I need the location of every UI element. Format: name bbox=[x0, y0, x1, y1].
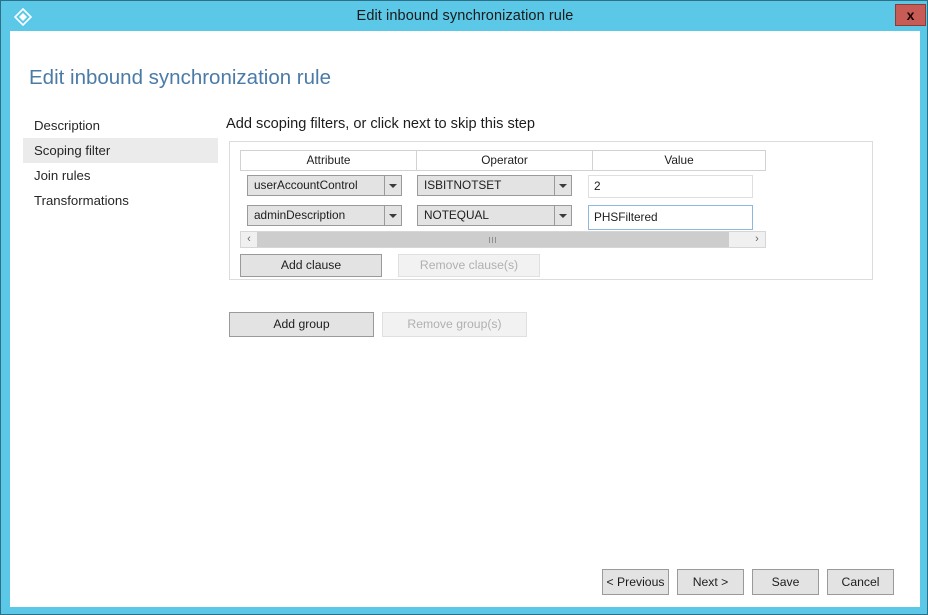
scrollbar-track[interactable] bbox=[257, 232, 749, 247]
attribute-dropdown-value-row-1: userAccountControl bbox=[254, 178, 358, 192]
chevron-down-icon[interactable] bbox=[554, 176, 571, 195]
chevron-down-icon[interactable] bbox=[554, 206, 571, 225]
attribute-dropdown-row-2[interactable]: adminDescription bbox=[247, 205, 402, 226]
table-row: adminDescription NOTEQUAL PHSFiltered bbox=[240, 201, 766, 231]
chevron-down-icon[interactable] bbox=[384, 176, 401, 195]
attribute-dropdown-row-1[interactable]: userAccountControl bbox=[247, 175, 402, 196]
remove-group-button: Remove group(s) bbox=[382, 312, 527, 337]
window-title: Edit inbound synchronization rule bbox=[356, 8, 574, 24]
scroll-right-arrow-icon[interactable]: › bbox=[749, 232, 765, 247]
dialog-client-area: Edit inbound synchronization rule Descri… bbox=[10, 31, 920, 607]
sidebar-item-scoping-filter[interactable]: Scoping filter bbox=[23, 138, 218, 163]
title-bar: Edit inbound synchronization rule x bbox=[2, 2, 927, 30]
table-row: userAccountControl ISBITNOTSET 2 bbox=[240, 171, 766, 201]
table-header-row: Attribute Operator Value bbox=[240, 150, 766, 171]
scrollbar-thumb[interactable] bbox=[257, 232, 729, 247]
operator-dropdown-value-row-2: NOTEQUAL bbox=[424, 208, 489, 222]
page-title: Edit inbound synchronization rule bbox=[29, 66, 331, 89]
remove-clause-button: Remove clause(s) bbox=[398, 254, 540, 277]
close-icon[interactable]: x bbox=[895, 4, 926, 26]
horizontal-scrollbar[interactable]: ‹ › bbox=[240, 231, 766, 248]
operator-dropdown-row-2[interactable]: NOTEQUAL bbox=[417, 205, 572, 226]
value-input-row-2[interactable]: PHSFiltered bbox=[588, 205, 753, 230]
sidebar-item-join-rules[interactable]: Join rules bbox=[23, 163, 218, 188]
next-button[interactable]: Next > bbox=[677, 569, 744, 595]
value-input-row-1[interactable]: 2 bbox=[588, 175, 753, 198]
wizard-footer: < Previous Next > Save Cancel bbox=[602, 569, 902, 595]
sidebar-item-description[interactable]: Description bbox=[23, 113, 218, 138]
dialog-window: Edit inbound synchronization rule x Edit… bbox=[0, 0, 928, 615]
sidebar-item-transformations[interactable]: Transformations bbox=[23, 188, 218, 213]
add-group-button[interactable]: Add group bbox=[229, 312, 374, 337]
wizard-step-nav: Description Scoping filter Join rules Tr… bbox=[23, 113, 218, 213]
clause-table: Attribute Operator Value userAccountCont… bbox=[240, 150, 766, 231]
section-instruction: Add scoping filters, or click next to sk… bbox=[226, 116, 536, 132]
attribute-dropdown-value-row-2: adminDescription bbox=[254, 208, 346, 222]
operator-dropdown-value-row-1: ISBITNOTSET bbox=[424, 178, 502, 192]
scoping-filter-group-panel: Attribute Operator Value userAccountCont… bbox=[229, 141, 873, 280]
add-clause-button[interactable]: Add clause bbox=[240, 254, 382, 277]
save-button[interactable]: Save bbox=[752, 569, 819, 595]
operator-dropdown-row-1[interactable]: ISBITNOTSET bbox=[417, 175, 572, 196]
chevron-down-icon[interactable] bbox=[384, 206, 401, 225]
previous-button[interactable]: < Previous bbox=[602, 569, 669, 595]
column-header-value: Value bbox=[592, 150, 766, 171]
column-header-operator: Operator bbox=[416, 150, 593, 171]
column-header-attribute: Attribute bbox=[240, 150, 417, 171]
scroll-left-arrow-icon[interactable]: ‹ bbox=[241, 232, 257, 247]
cancel-button[interactable]: Cancel bbox=[827, 569, 894, 595]
